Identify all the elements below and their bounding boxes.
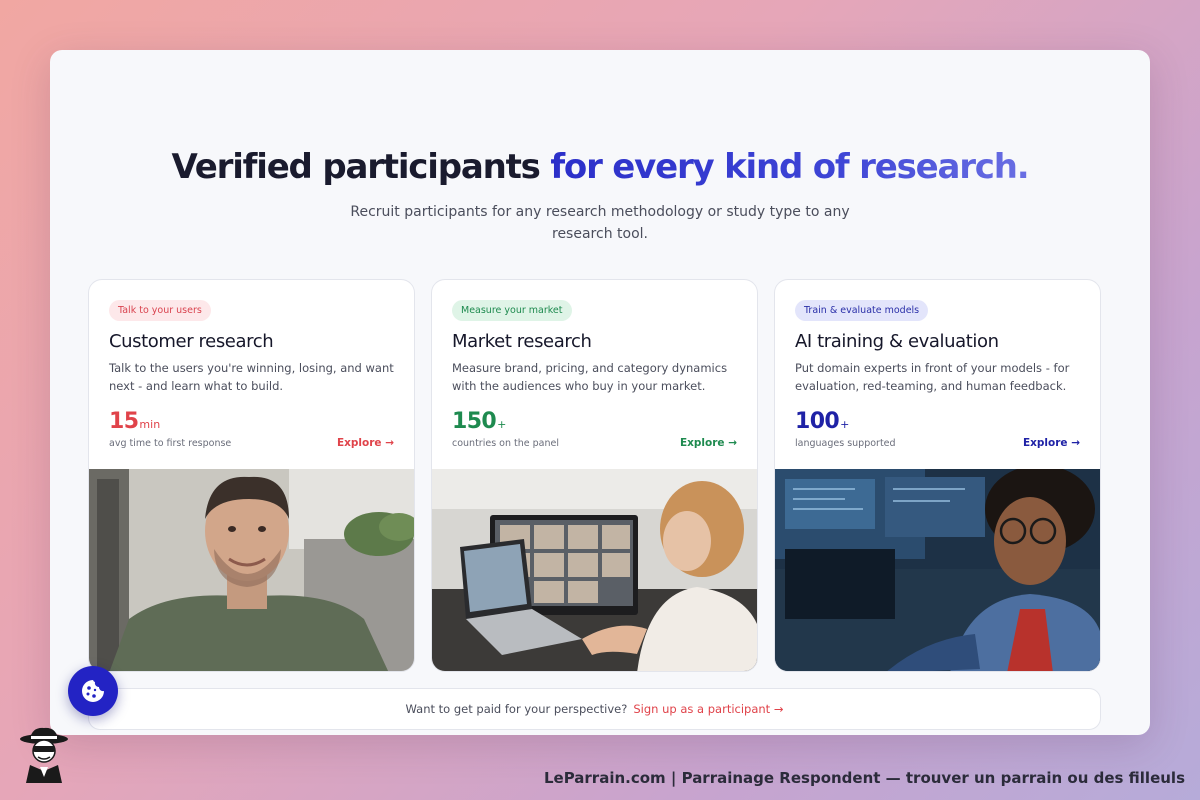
stat-label: countries on the panel — [452, 438, 559, 449]
stat-unit: min — [139, 418, 161, 431]
stat-label: avg time to first response — [109, 438, 232, 449]
card-description: Talk to the users you're winning, losing… — [109, 361, 394, 393]
headline-text: Verified participants — [171, 147, 551, 187]
stat-label: languages supported — [795, 438, 896, 449]
page-subheading: Recruit participants for any research me… — [350, 204, 850, 242]
card-tag: Train & evaluate models — [795, 300, 929, 321]
signup-link[interactable]: Sign up as a participant → — [633, 702, 783, 716]
stat-unit: + — [497, 418, 507, 431]
card-market-research: Measure your market Market research Meas… — [431, 279, 758, 672]
market-research-photo — [432, 469, 757, 671]
stat-value: 15 — [109, 409, 139, 434]
cookie-settings-button[interactable] — [68, 666, 118, 716]
site-watermark: LeParrain.com | Parrainage Respondent — … — [543, 769, 1185, 787]
card-description: Put domain experts in front of your mode… — [795, 361, 1070, 393]
card-stat: 150+ — [452, 409, 506, 434]
stat-unit: + — [840, 418, 850, 431]
card-description: Measure brand, pricing, and category dyn… — [452, 361, 728, 393]
card-ai-training: Train & evaluate models AI training & ev… — [774, 279, 1101, 672]
card-tag: Measure your market — [452, 300, 572, 321]
stat-value: 150 — [452, 409, 497, 434]
card-customer-research: Talk to your users Customer research Tal… — [88, 279, 415, 672]
customer-research-photo — [89, 469, 414, 671]
page-headline: Verified participants for every kind of … — [50, 147, 1150, 187]
signup-banner: Want to get paid for your perspective? Si… — [88, 688, 1101, 730]
explore-link[interactable]: Explore → — [680, 437, 737, 449]
card-stat: 100+ — [795, 409, 849, 434]
cookie-icon — [82, 680, 104, 702]
signup-prompt: Want to get paid for your perspective? — [405, 702, 628, 716]
card-tag: Talk to your users — [109, 300, 211, 321]
ai-training-photo — [775, 469, 1100, 671]
headline-accent: for every kind of research. — [550, 147, 1029, 187]
card-title: Customer research — [109, 331, 274, 352]
card-title: AI training & evaluation — [795, 331, 999, 352]
explore-link[interactable]: Explore → — [337, 437, 394, 449]
stat-value: 100 — [795, 409, 840, 434]
main-panel: Verified participants for every kind of … — [50, 50, 1150, 735]
mascot-logo — [18, 727, 70, 783]
card-title: Market research — [452, 331, 592, 352]
explore-link[interactable]: Explore → — [1023, 437, 1080, 449]
card-stat: 15min — [109, 409, 160, 434]
